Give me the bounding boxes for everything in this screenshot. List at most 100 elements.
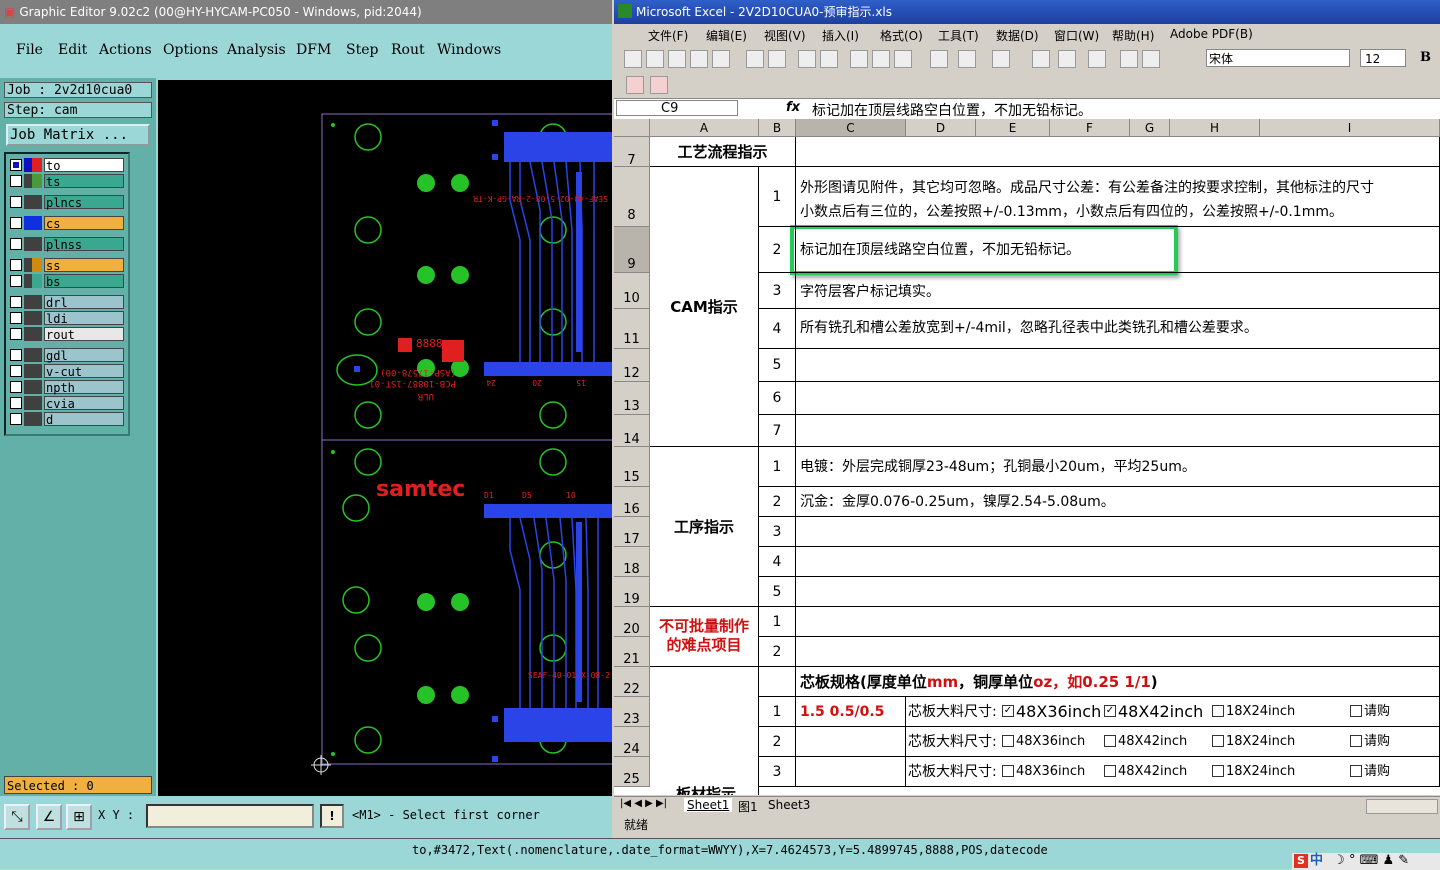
menu-actions[interactable]: Actions xyxy=(99,42,152,58)
copy-icon[interactable] xyxy=(872,50,890,68)
layer-color-swatch[interactable] xyxy=(32,174,42,188)
col-header-g[interactable]: G xyxy=(1130,119,1170,137)
ime-toolbar[interactable]: S中 ☽ ° ⌨ ♟ ✎ xyxy=(1292,853,1440,870)
xy-input[interactable] xyxy=(146,804,314,828)
checkbox[interactable] xyxy=(1104,735,1116,747)
format-painter-icon[interactable] xyxy=(930,50,948,68)
menu-dfm[interactable]: DFM xyxy=(296,42,331,58)
proc-item-number[interactable]: 3 xyxy=(759,517,796,547)
xl-menu-edit[interactable]: 编辑(E) xyxy=(706,27,747,44)
layer-name[interactable]: gdl xyxy=(44,348,124,363)
layer-checkbox[interactable] xyxy=(10,365,22,377)
xl-menu-tools[interactable]: 工具(T) xyxy=(938,27,979,44)
row-header-8[interactable]: 8 xyxy=(614,167,650,227)
checkbox[interactable] xyxy=(1212,765,1224,777)
diff-item-text[interactable] xyxy=(796,607,1440,637)
cam-item-text[interactable]: 外形图请见附件，其它均可忽略。成品尺寸公差：有公差备注的按要求控制，其他标注的尺… xyxy=(796,167,1440,227)
layer-color-swatch[interactable] xyxy=(24,295,32,309)
layer-checkbox[interactable] xyxy=(10,296,22,308)
row-header-14[interactable]: 14 xyxy=(614,415,650,447)
core-spec-header[interactable]: 芯板规格(厚度单位mm，铜厚单位oz，如0.25 1/1) xyxy=(796,667,1440,697)
section-difficult[interactable]: 不可批量制作 的难点项目 xyxy=(650,607,759,667)
fx-icon[interactable]: fx xyxy=(786,100,800,115)
cam-item-number[interactable]: 4 xyxy=(759,309,796,349)
layer-row-cvia[interactable]: cvia xyxy=(8,396,126,411)
row-header-18[interactable]: 18 xyxy=(614,547,650,577)
ge-title-bar[interactable]: ▣ Graphic Editor 9.02c2 (00@HY-HYCAM-PC05… xyxy=(0,0,612,24)
layer-checkbox[interactable] xyxy=(10,175,22,187)
cam-item-number[interactable]: 3 xyxy=(759,273,796,309)
cam-item-number[interactable]: 7 xyxy=(759,415,796,447)
row-header-24[interactable]: 24 xyxy=(614,727,650,757)
core-spec-value[interactable] xyxy=(796,727,906,757)
layer-color-swatch[interactable] xyxy=(24,274,32,288)
core-item-number[interactable]: 3 xyxy=(759,757,796,787)
core-spec-value[interactable]: 1.5 0.5/0.5 xyxy=(796,697,906,727)
col-header-i[interactable]: I xyxy=(1260,119,1440,137)
zoom-fit-icon[interactable]: ⤡ xyxy=(4,804,30,830)
layer-checkbox[interactable] xyxy=(10,381,22,393)
proc-item-text[interactable]: 沉金：金厚0.076-0.25um，镍厚2.54-5.08um。 xyxy=(796,487,1440,517)
menu-step[interactable]: Step xyxy=(346,42,378,58)
layer-checkbox[interactable] xyxy=(10,397,22,409)
cam-item-number[interactable]: 2 xyxy=(759,227,796,273)
layer-color-swatch[interactable] xyxy=(32,295,42,309)
col-header-e[interactable]: E xyxy=(976,119,1050,137)
section-material[interactable]: 板材指示 xyxy=(650,667,759,795)
layer-color-swatch[interactable] xyxy=(32,364,42,378)
proc-item-number[interactable]: 5 xyxy=(759,577,796,607)
email-icon[interactable] xyxy=(712,50,730,68)
layer-color-swatch[interactable] xyxy=(24,380,32,394)
layer-name[interactable]: cs xyxy=(44,216,124,231)
layer-color-swatch[interactable] xyxy=(24,216,32,230)
permission-icon[interactable] xyxy=(690,50,708,68)
section-procedure[interactable]: 工序指示 xyxy=(650,447,759,607)
layer-name[interactable]: plnss xyxy=(44,237,124,252)
layer-checkbox[interactable] xyxy=(10,413,22,425)
layer-name[interactable]: cvia xyxy=(44,396,124,411)
alert-icon[interactable]: ! xyxy=(320,804,344,828)
checkbox[interactable] xyxy=(1002,765,1014,777)
pdf-email-icon[interactable] xyxy=(650,76,668,94)
cam-item-text[interactable]: 所有铣孔和槽公差放宽到+/-4mil，忽略孔径表中此类铣孔和槽公差要求。 xyxy=(796,309,1440,349)
layer-color-swatch[interactable] xyxy=(24,348,32,362)
layer-name[interactable]: v-cut xyxy=(44,364,124,379)
checkbox[interactable] xyxy=(1212,735,1224,747)
sort-icon[interactable] xyxy=(1088,50,1106,68)
xl-menu-help[interactable]: 帮助(H) xyxy=(1112,27,1154,44)
core-item-number[interactable]: 1 xyxy=(759,697,796,727)
layer-row-v-cut[interactable]: v-cut xyxy=(8,364,126,379)
col-header-f[interactable]: F xyxy=(1050,119,1130,137)
layer-color-swatch[interactable] xyxy=(32,327,42,341)
autosum-icon[interactable] xyxy=(1058,50,1076,68)
layer-checkbox[interactable] xyxy=(10,275,22,287)
layer-name[interactable]: d xyxy=(44,412,124,427)
row-header-22[interactable]: 22 xyxy=(614,667,650,697)
layer-checkbox[interactable] xyxy=(10,259,22,271)
spelling-icon[interactable] xyxy=(798,50,816,68)
row-header-9[interactable]: 9 xyxy=(614,227,650,273)
tab-sheet3[interactable]: Sheet3 xyxy=(768,798,810,812)
layer-color-swatch[interactable] xyxy=(32,311,42,325)
layer-color-swatch[interactable] xyxy=(24,174,32,188)
layer-checkbox[interactable] xyxy=(10,238,22,250)
paste-icon[interactable] xyxy=(894,50,912,68)
core-size-options[interactable]: 芯板大料尺寸: 48X36inch 48X42inch 18X24inch 请购 xyxy=(906,757,1440,787)
row22-b[interactable] xyxy=(759,667,796,697)
layer-row-gdl[interactable]: gdl xyxy=(8,348,126,363)
cut-icon[interactable] xyxy=(850,50,868,68)
select-all-corner[interactable] xyxy=(614,119,650,137)
row-header-13[interactable]: 13 xyxy=(614,382,650,415)
xl-menu-format[interactable]: 格式(O) xyxy=(880,27,923,44)
layer-color-swatch[interactable] xyxy=(32,216,42,230)
row-header-19[interactable]: 19 xyxy=(614,577,650,607)
row-header-20[interactable]: 20 xyxy=(614,607,650,637)
layer-row-plncs[interactable]: plncs xyxy=(8,195,126,210)
menu-edit[interactable]: Edit xyxy=(58,42,87,58)
layer-color-swatch[interactable] xyxy=(24,195,32,209)
tab-scroll-icon[interactable]: |◀ ◀ ▶ ▶| xyxy=(620,798,667,809)
row-header-23[interactable]: 23 xyxy=(614,697,650,727)
chart-icon[interactable] xyxy=(1120,50,1138,68)
layer-checkbox[interactable] xyxy=(10,312,22,324)
row-header-10[interactable]: 10 xyxy=(614,273,650,309)
